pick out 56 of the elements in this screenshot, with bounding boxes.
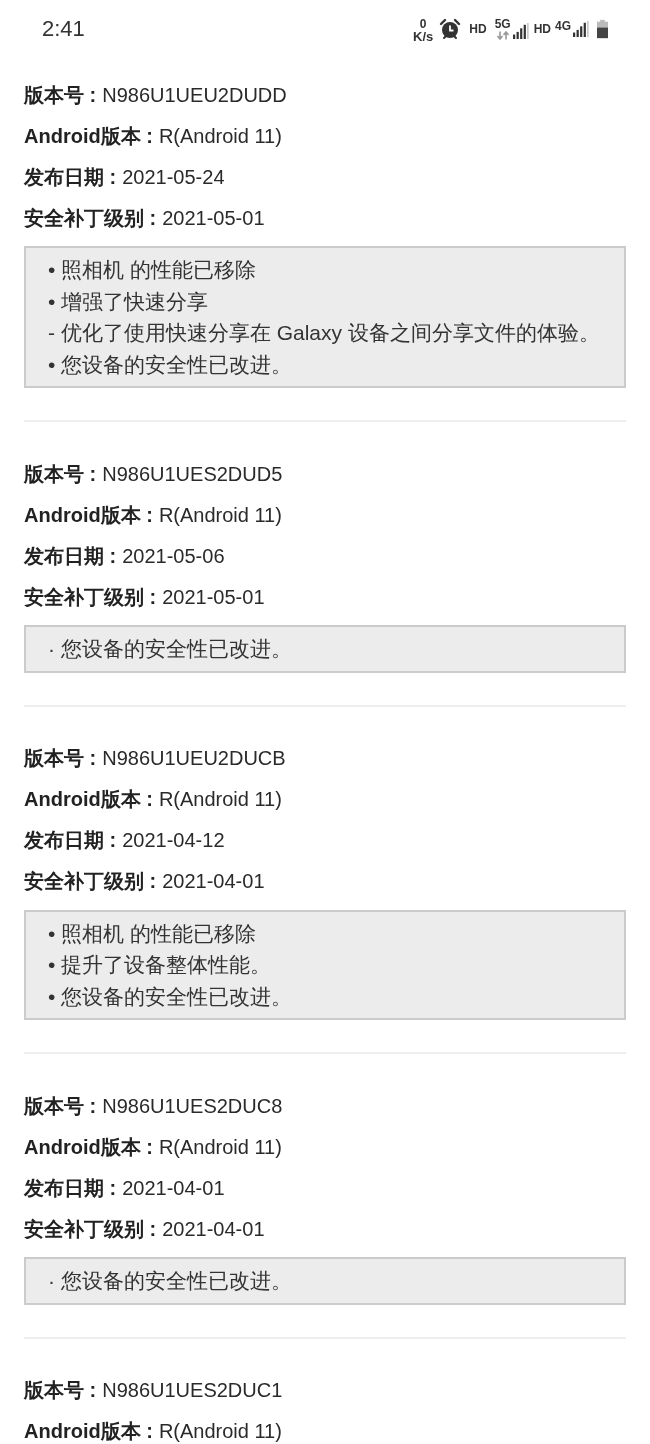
- network-type: 4G: [555, 19, 571, 32]
- note-text: • 照相机 的性能已移除: [48, 257, 257, 283]
- field-value: R(Android 11): [158, 504, 282, 525]
- field-label: 发布日期 :: [24, 830, 117, 850]
- field-value: N986U1UEU2DUCB: [102, 748, 286, 768]
- field-value: N986U1UES2DUC8: [102, 1095, 283, 1116]
- field-value: R(Android 11): [158, 1136, 282, 1157]
- field-value: 2021-05-24: [122, 166, 225, 187]
- note-text: • 提升了设备整体性能。: [48, 952, 272, 978]
- field-label: 版本号 :: [24, 748, 97, 768]
- field-value: 2021-04-12: [122, 830, 225, 850]
- speed-value: 0: [419, 18, 427, 30]
- field-label: Android版本 :: [24, 1421, 153, 1441]
- note-text: • 增强了快速分享: [48, 288, 209, 315]
- note-text: • 您设备的安全性已改进。: [48, 351, 293, 378]
- field-value: N986U1UES2DUC1: [102, 1380, 283, 1400]
- field-label: 发布日期 :: [24, 166, 117, 187]
- field-label: 发布日期 :: [24, 545, 117, 566]
- hd-indicator: HD: [533, 22, 551, 35]
- field-label: 版本号 :: [24, 84, 97, 105]
- field-value: N986U1UEU2DUDD: [102, 84, 287, 105]
- field-label: 版本号 :: [24, 1380, 97, 1400]
- field-value: N986U1UES2DUD5: [102, 463, 283, 484]
- field-value: 2021-05-01: [162, 586, 265, 607]
- field-label: Android版本 :: [24, 1136, 153, 1157]
- network-type: 5G: [494, 17, 511, 30]
- note-text: • 照相机 的性能已移除: [48, 920, 257, 947]
- speed-unit: K/s: [413, 29, 434, 43]
- field-label: 安全补丁级别 :: [24, 1218, 157, 1239]
- signal-bars-icon: [512, 21, 529, 40]
- field-label: Android版本 :: [24, 504, 153, 525]
- field-label: 版本号 :: [24, 1095, 97, 1116]
- field-value: 2021-04-01: [162, 1218, 265, 1239]
- signal-bars-icon: [573, 19, 589, 38]
- field-label: 安全补丁级别 :: [24, 871, 157, 891]
- note-text: · 您设备的安全性已改进。: [48, 1268, 292, 1294]
- note-text: - 优化了使用快速分享在 Galaxy 设备之间分享文件的体验。: [48, 320, 600, 346]
- field-label: 发布日期 :: [24, 1177, 117, 1198]
- clock-time: 2:41: [42, 17, 85, 40]
- field-label: 安全补丁级别 :: [24, 207, 157, 228]
- field-value: R(Android 11): [158, 125, 282, 146]
- alarm-clock-icon: [439, 17, 462, 40]
- battery-icon: [597, 18, 608, 39]
- field-value: R(Android 11): [158, 1421, 282, 1441]
- note-text: · 您设备的安全性已改进。: [48, 636, 292, 662]
- field-value: 2021-05-06: [122, 545, 225, 566]
- field-value: 2021-05-01: [162, 207, 265, 228]
- field-value: 2021-04-01: [122, 1177, 225, 1198]
- field-label: 版本号 :: [24, 463, 97, 484]
- hd-indicator: HD: [469, 22, 487, 35]
- note-text: • 您设备的安全性已改进。: [48, 983, 293, 1010]
- field-label: Android版本 :: [24, 125, 153, 146]
- field-label: 安全补丁级别 :: [24, 586, 157, 607]
- field-value: 2021-04-01: [162, 871, 265, 891]
- field-value: R(Android 11): [158, 789, 282, 809]
- field-label: Android版本 :: [24, 789, 153, 809]
